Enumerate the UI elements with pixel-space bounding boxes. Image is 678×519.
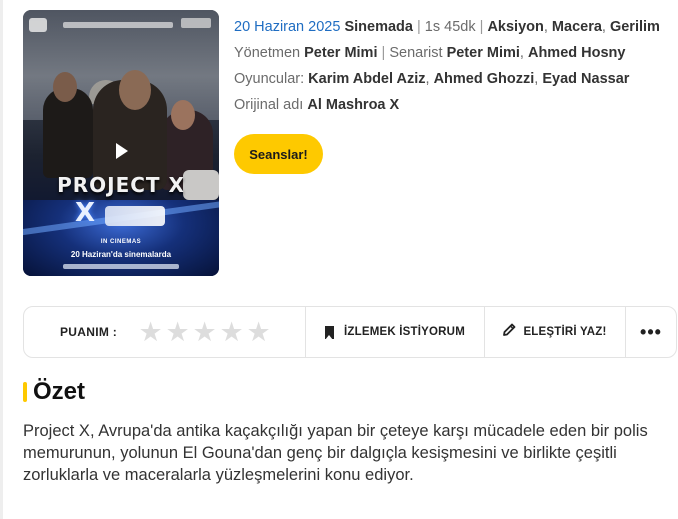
genre-link[interactable]: Gerilim — [610, 19, 660, 35]
original-title-line: Orijinal adı Al Mashroa X — [234, 92, 674, 118]
write-review-label: ELEŞTİRİ YAZ! — [523, 326, 607, 338]
poster-head-right — [171, 100, 195, 130]
star-icon[interactable]: ★ — [138, 318, 163, 345]
play-icon[interactable] — [116, 143, 128, 159]
rating-stars: ★ ★ ★ ★ ★ — [138, 318, 271, 345]
movie-info: 20 Haziran 2025 Sinemada | 1s 45dk | Aks… — [234, 14, 674, 118]
poster-date-line: 20 Haziran'da sinemalarda — [70, 250, 172, 259]
summary-text: Project X, Avrupa'da antika kaçakçılığı … — [23, 422, 648, 484]
more-options-button[interactable]: ••• — [626, 307, 676, 357]
director-link[interactable]: Peter Mimi — [304, 45, 377, 61]
director-line: Yönetmen Peter Mimi | Senarist Peter Mim… — [234, 45, 626, 61]
poster-arabic-title — [105, 206, 165, 226]
poster-producer-logo — [181, 18, 211, 28]
poster-x-mark: X — [75, 198, 96, 228]
poster-head-main — [119, 70, 151, 110]
poster-studio-logo — [29, 18, 47, 32]
poster-title: PROJECT X — [57, 173, 185, 197]
poster-arabic-tagline — [63, 264, 179, 269]
pencil-icon — [503, 323, 516, 341]
release-line: 20 Haziran 2025 Sinemada | 1s 45dk | Aks… — [234, 19, 660, 35]
movie-poster[interactable]: PROJECT X X IN CINEMAS 20 Haziran'da sin… — [23, 10, 219, 276]
cast-link[interactable]: Eyad Nassar — [542, 71, 629, 87]
cast-line: Oyuncular: Karim Abdel Aziz, Ahmed Ghozz… — [234, 71, 630, 87]
genre-link[interactable]: Aksiyon — [487, 19, 543, 35]
director-label: Yönetmen — [234, 45, 301, 61]
rating-label: PUANIM : — [60, 325, 118, 339]
original-title: Al Mashroa X — [307, 97, 400, 113]
more-dots-icon: ••• — [640, 322, 662, 342]
bookmark-icon — [325, 325, 335, 340]
writer-link[interactable]: Peter Mimi — [447, 45, 520, 61]
summary-header: Özet — [23, 378, 85, 406]
star-icon[interactable]: ★ — [165, 318, 190, 345]
original-title-label: Orijinal adı — [234, 97, 304, 113]
rating-section: PUANIM : ★ ★ ★ ★ ★ — [24, 307, 306, 357]
star-icon[interactable]: ★ — [192, 318, 217, 345]
release-status: Sinemada — [344, 19, 413, 35]
summary-accent-bar — [23, 382, 27, 402]
cast-link[interactable]: Karim Abdel Aziz — [308, 71, 425, 87]
poster-head-left — [53, 72, 77, 102]
action-bar: PUANIM : ★ ★ ★ ★ ★ İZLEMEK İSTİYORUM ELE… — [23, 306, 677, 358]
writer-link[interactable]: Ahmed Hosny — [528, 45, 626, 61]
poster-in-cinemas: IN CINEMAS — [100, 239, 142, 245]
showtimes-button[interactable]: Seanslar! — [234, 134, 323, 174]
cast-link[interactable]: Ahmed Ghozzi — [434, 71, 535, 87]
write-review-button[interactable]: ELEŞTİRİ YAZ! — [485, 307, 626, 357]
summary-title: Özet — [33, 378, 86, 405]
release-date[interactable]: 20 Haziran 2025 — [234, 19, 340, 35]
watchlist-label: İZLEMEK İSTİYORUM — [344, 326, 465, 338]
page-left-border — [0, 0, 3, 519]
cast-label: Oyuncular: — [234, 71, 305, 87]
genre-link[interactable]: Macera — [552, 19, 602, 35]
duration: 1s 45dk — [424, 19, 476, 35]
star-icon[interactable]: ★ — [219, 318, 244, 345]
watchlist-button[interactable]: İZLEMEK İSTİYORUM — [306, 307, 485, 357]
star-icon[interactable]: ★ — [246, 318, 271, 345]
poster-top-credits — [63, 22, 173, 28]
writer-label: Senarist — [389, 45, 443, 61]
